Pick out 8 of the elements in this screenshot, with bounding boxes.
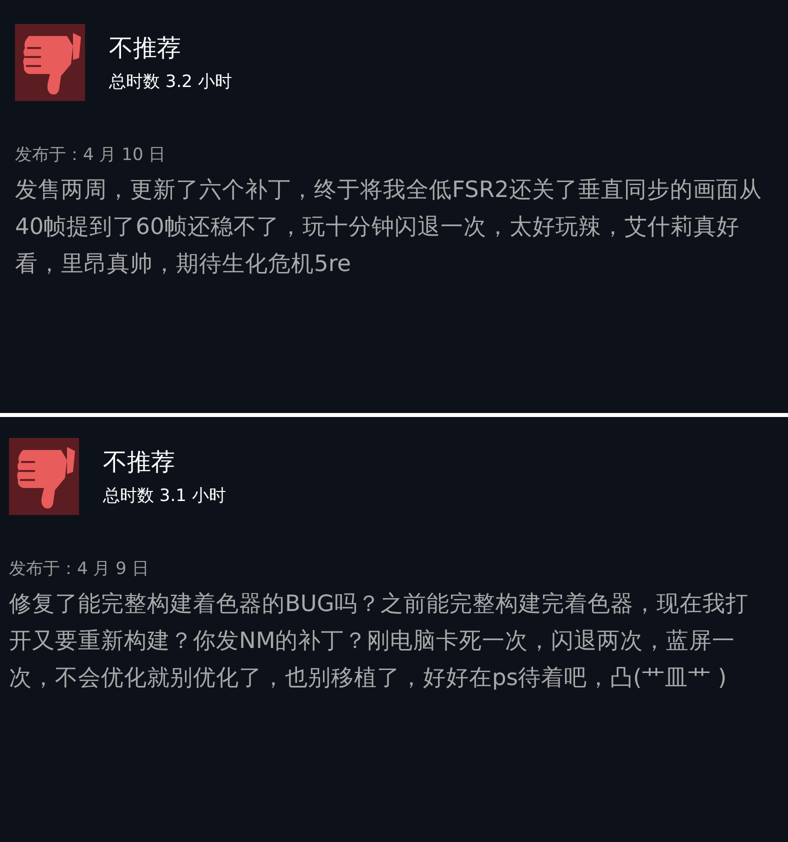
hours-played: 总时数 3.1 小时 xyxy=(103,485,226,507)
review-text: 修复了能完整构建着色器的BUG吗？之前能完整构建完着色器，现在我打开又要重新构建？你发NM的补丁？刚电脑卡死一次，闪退两次，蓝屏一次，不会优化就别优化了，也别移植了，好好在ps待着吧，凸(艹皿艹 ) xyxy=(9,590,750,693)
review-verdict: 不推荐 xyxy=(103,447,176,478)
review-text: 发售两周，更新了六个补丁，终于将我全低FSR2还关了垂直同步的画面从40帧提到了60帧还稳不了，玩十分钟闪退一次，太好玩辣，艾什莉真好看，里昂真帅，期待生化危机5re xyxy=(15,176,763,279)
post-date: 发布于：4 月 10 日 xyxy=(15,144,167,166)
hours-played: 总时数 3.2 小时 xyxy=(109,71,232,93)
review-verdict: 不推荐 xyxy=(109,33,182,64)
post-date: 发布于：4 月 9 日 xyxy=(9,558,150,580)
